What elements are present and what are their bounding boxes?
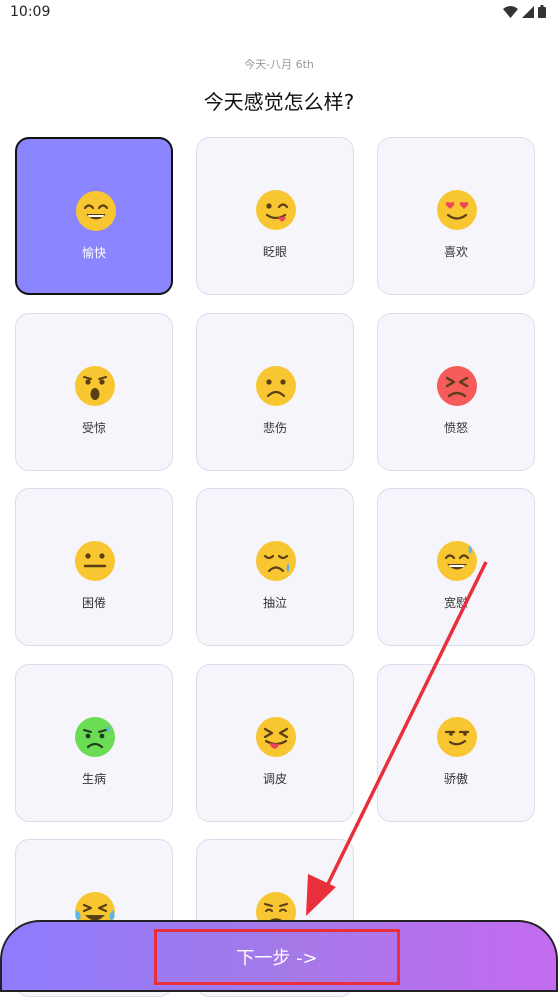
signal-icon <box>522 5 534 18</box>
mood-card[interactable]: 眨眼 <box>196 137 354 295</box>
status-bar: 10:09 <box>0 0 558 26</box>
angry-face-icon <box>437 366 477 406</box>
grinning-face-icon <box>76 191 116 231</box>
mood-card[interactable]: 抽泣 <box>196 488 354 646</box>
mood-card[interactable]: 困倦 <box>15 488 173 646</box>
mood-label: 愤怒 <box>443 421 468 435</box>
status-icons <box>503 5 546 18</box>
sad-face-icon <box>256 366 296 406</box>
page-title: 今天感觉怎么样? <box>203 90 355 114</box>
mood-label: 眨眼 <box>262 245 287 259</box>
mood-label: 受惊 <box>81 421 106 435</box>
mood-label: 骄傲 <box>443 772 468 786</box>
battery-icon <box>538 5 546 18</box>
heart-eyes-face-icon <box>437 190 477 230</box>
mood-label: 愉快 <box>81 246 106 260</box>
mood-card[interactable]: 生病 <box>15 664 173 822</box>
sick-face-icon <box>75 717 115 757</box>
status-time: 10:09 <box>10 4 51 20</box>
wifi-icon <box>503 5 518 18</box>
shocked-face-icon <box>75 366 115 406</box>
sobbing-face-icon <box>256 541 296 581</box>
mood-card[interactable]: 受惊 <box>15 313 173 471</box>
bottom-bar: 下一步 -> <box>0 920 558 992</box>
mood-label: 困倦 <box>81 596 106 610</box>
mood-label: 悲伤 <box>262 421 287 435</box>
mood-label: 宽慰 <box>443 596 468 610</box>
smirking-face-icon <box>437 717 477 757</box>
winking-tongue-face-icon <box>256 190 296 230</box>
mood-card[interactable]: 悲伤 <box>196 313 354 471</box>
next-button[interactable]: 下一步 -> <box>154 929 400 985</box>
mood-label: 调皮 <box>262 772 287 786</box>
mood-label: 生病 <box>81 772 106 786</box>
mood-card[interactable]: 愉快 <box>15 137 173 295</box>
mood-card[interactable]: 调皮 <box>196 664 354 822</box>
mood-card[interactable]: 宽慰 <box>377 488 535 646</box>
date-label: 今天-八月 6th <box>244 58 314 71</box>
mood-card[interactable]: 喜欢 <box>377 137 535 295</box>
squinting-tongue-face-icon <box>256 717 296 757</box>
neutral-face-icon <box>75 541 115 581</box>
mood-label: 喜欢 <box>443 245 468 259</box>
mood-card[interactable]: 愤怒 <box>377 313 535 471</box>
mood-label: 抽泣 <box>262 596 287 610</box>
mood-card[interactable]: 骄傲 <box>377 664 535 822</box>
relieved-sweat-face-icon <box>437 541 477 581</box>
